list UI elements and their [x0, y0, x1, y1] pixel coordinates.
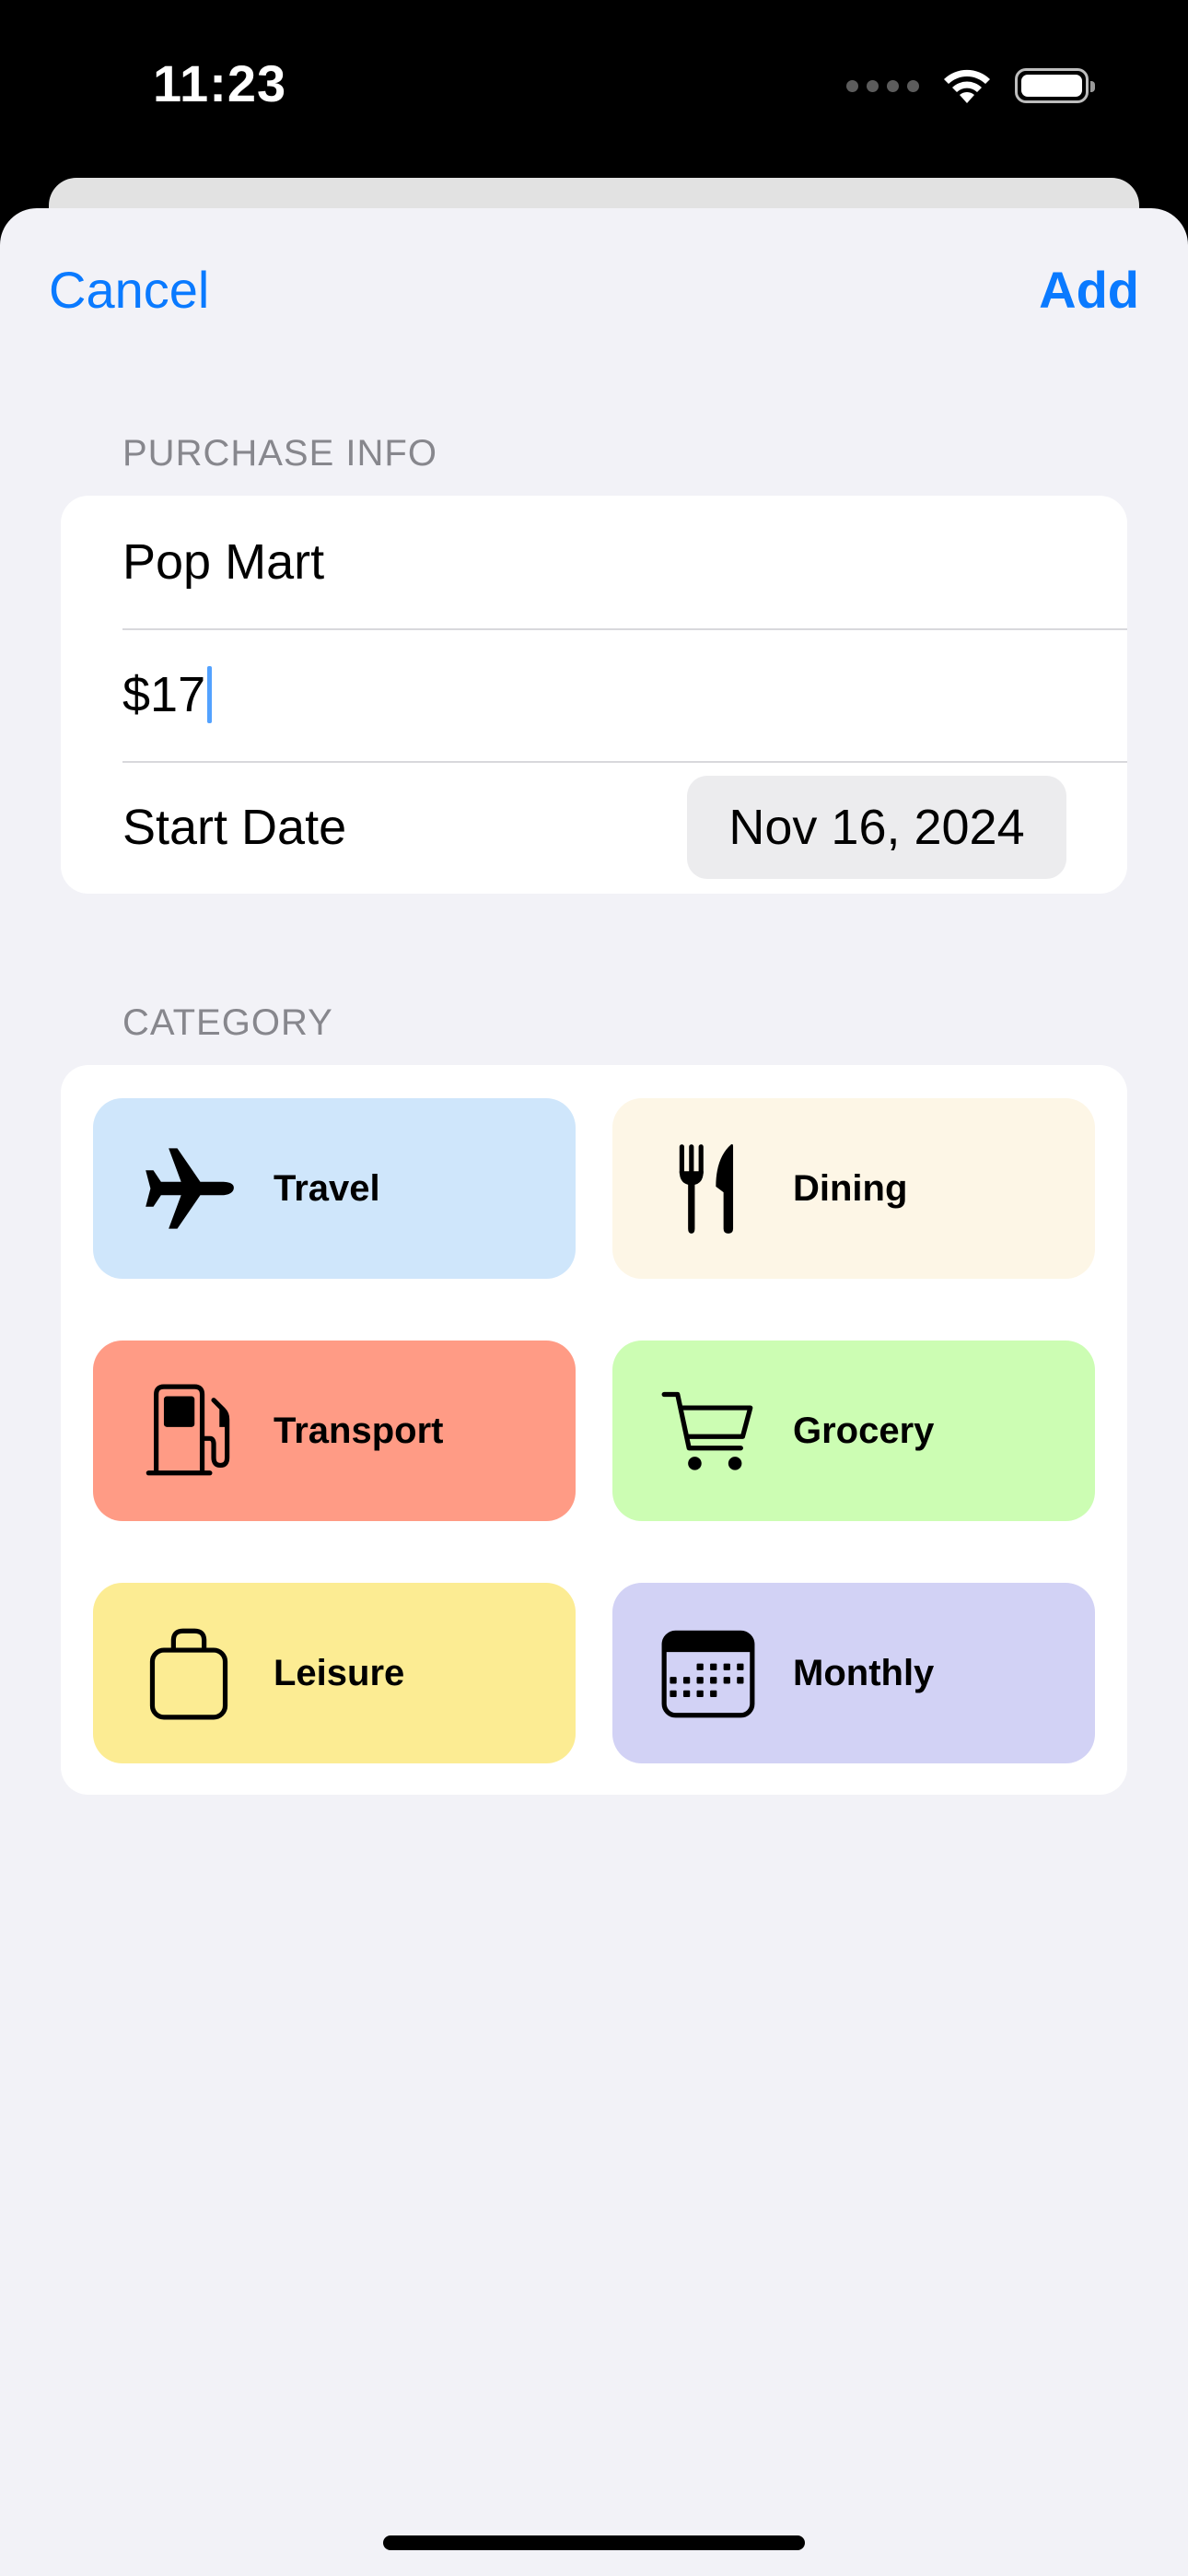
category-label: Monthly — [793, 1652, 935, 1693]
cancel-button[interactable]: Cancel — [49, 260, 209, 320]
category-leisure[interactable]: Leisure — [93, 1583, 576, 1763]
name-field[interactable]: Pop Mart — [122, 496, 1127, 630]
status-bar: 11:23 — [0, 0, 1188, 175]
purchase-info-header: PURCHASE INFO — [122, 433, 437, 474]
text-cursor — [207, 666, 213, 723]
amount-field[interactable]: $17 — [122, 628, 1127, 763]
category-label: Travel — [274, 1167, 380, 1209]
category-monthly[interactable]: Monthly — [612, 1583, 1095, 1763]
category-travel[interactable]: Travel — [93, 1098, 576, 1279]
amount-value: $17 — [122, 667, 206, 722]
fuel-pump-icon — [141, 1383, 237, 1479]
status-indicators — [846, 64, 1095, 107]
cellular-signal-icon — [846, 79, 919, 92]
add-button[interactable]: Add — [1039, 260, 1139, 320]
category-label: Leisure — [274, 1652, 405, 1693]
category-label: Transport — [274, 1410, 444, 1451]
purchase-info-card: Pop Mart $17 Start Date Nov 16, 2024 — [61, 496, 1127, 894]
bag-icon — [141, 1625, 237, 1721]
wifi-icon — [944, 69, 990, 103]
start-date-picker[interactable]: Nov 16, 2024 — [687, 776, 1066, 879]
airplane-icon — [141, 1141, 237, 1236]
category-label: Grocery — [793, 1410, 935, 1451]
name-value: Pop Mart — [122, 534, 325, 590]
status-time: 11:23 — [153, 54, 287, 112]
category-dining[interactable]: Dining — [612, 1098, 1095, 1279]
category-label: Dining — [793, 1167, 908, 1209]
battery-icon — [1015, 68, 1095, 103]
home-indicator[interactable] — [383, 2535, 805, 2550]
start-date-row: Start Date Nov 16, 2024 — [122, 761, 1127, 894]
category-header: CATEGORY — [122, 1002, 333, 1043]
category-grocery[interactable]: Grocery — [612, 1341, 1095, 1521]
cart-icon — [660, 1383, 756, 1479]
start-date-label: Start Date — [122, 800, 347, 855]
fork-knife-icon — [660, 1141, 756, 1236]
category-transport[interactable]: Transport — [93, 1341, 576, 1521]
calendar-icon — [660, 1625, 756, 1721]
